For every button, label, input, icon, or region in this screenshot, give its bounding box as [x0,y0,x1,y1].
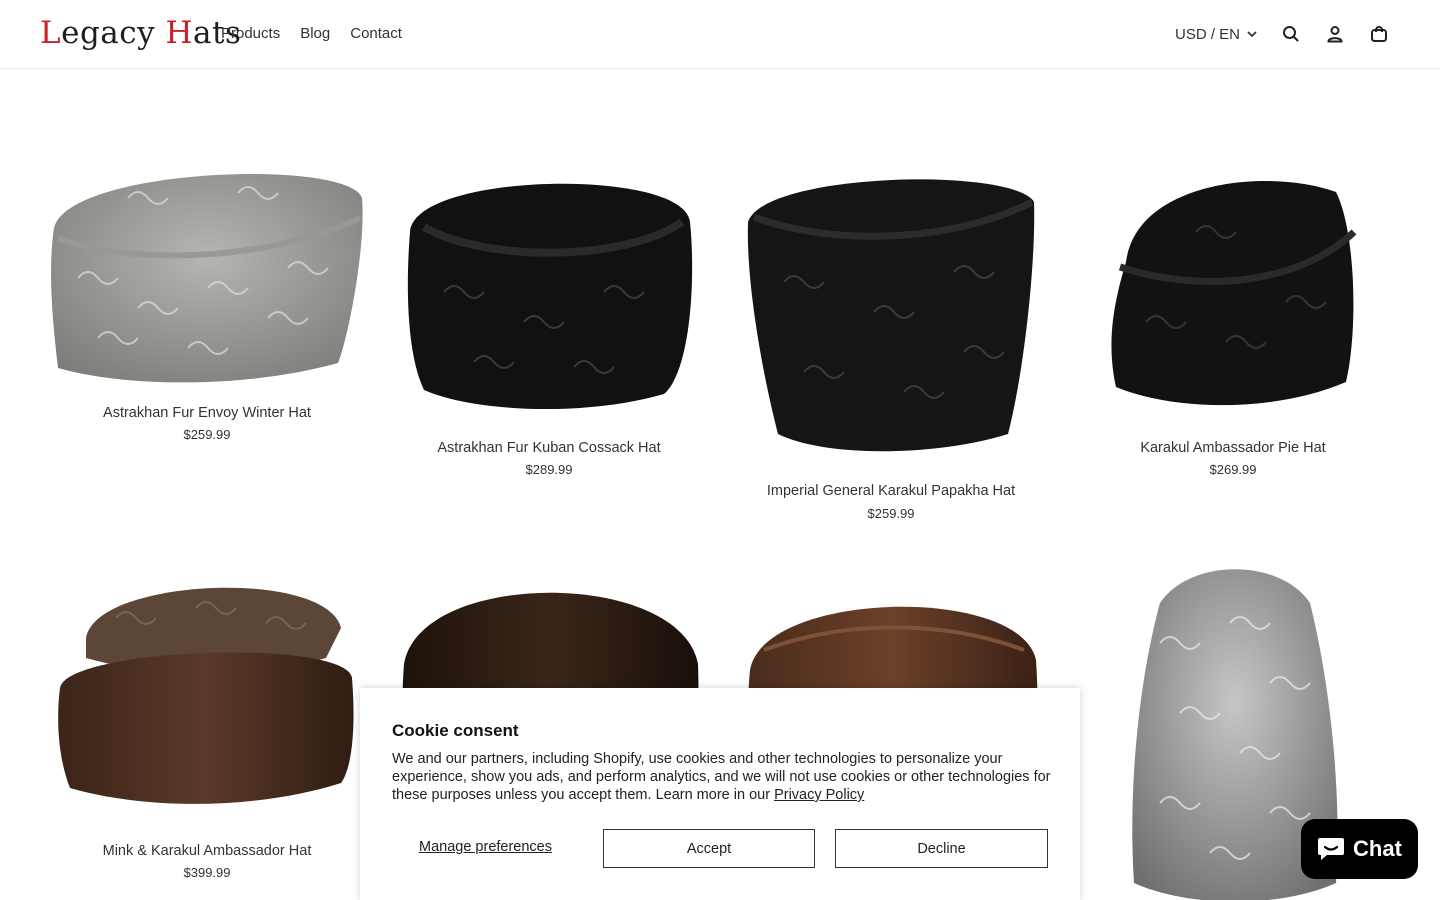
product-price: $289.99 [525,462,573,477]
header-actions: USD / EN [1175,20,1390,48]
currency-label: USD / EN [1174,25,1240,43]
product-image [1111,180,1357,406]
chat-icon [1318,838,1345,860]
product-price: $269.99 [1209,462,1257,477]
product-name[interactable]: Astrakhan Fur Kuban Cossack Hat [382,439,716,457]
product-name[interactable]: Karakul Ambassador Pie Hat [1066,439,1400,457]
chevron-down-icon [1247,31,1257,38]
manage-preferences-link[interactable]: Manage preferences [419,839,552,855]
product-card[interactable]: Karakul Ambassador Pie Hat $269.99 [1066,150,1400,490]
cookie-consent-banner: Cookie consent We and our partners, incl… [360,688,1080,900]
site-header: Legacy Hats Products Blog Contact USD / … [0,0,1440,69]
cookie-body-text: We and our partners, including Shopify, … [392,751,1051,803]
chat-label: Chat [1353,836,1402,861]
search-icon [1283,26,1299,42]
logo-word-legacy: egacy [61,15,166,51]
chat-button[interactable]: Chat [1301,819,1418,879]
nav-products[interactable]: Products [221,24,280,44]
product-card[interactable]: Astrakhan Fur Kuban Cossack Hat $289.99 [382,150,716,490]
legacy-hats-logo[interactable]: Legacy Hats [40,12,241,54]
privacy-policy-link[interactable]: Privacy Policy [774,787,864,803]
account-button[interactable] [1324,23,1346,45]
nav-blog[interactable]: Blog [300,24,330,44]
cart-icon [1371,26,1387,42]
product-price: $259.99 [867,506,915,521]
currency-language-selector[interactable]: USD / EN [1175,26,1258,43]
product-image [747,179,1035,452]
account-icon [1327,26,1343,43]
cart-button[interactable] [1368,23,1390,45]
search-button[interactable] [1280,23,1302,45]
product-name[interactable]: Astrakhan Fur Envoy Winter Hat [40,404,374,422]
cookie-message: We and our partners, including Shopify, … [392,750,1052,804]
logo-letter-l: L [40,15,62,51]
decline-button[interactable]: Decline [835,829,1048,868]
cookie-title: Cookie consent [392,721,519,740]
nav-contact[interactable]: Contact [350,24,402,44]
product-card[interactable]: Astrakhan Fur Envoy Winter Hat $259.99 [40,150,374,450]
product-image [407,183,693,410]
main-nav: Products Blog Contact [221,24,402,44]
product-image [51,174,363,383]
product-image [58,587,354,804]
product-card[interactable]: Mink & Karakul Ambassador Hat $399.99 [40,570,374,900]
product-name[interactable]: Imperial General Karakul Papakha Hat [724,482,1058,500]
product-card[interactable]: Imperial General Karakul Papakha Hat $25… [724,150,1058,530]
product-name[interactable]: Mink & Karakul Ambassador Hat [40,842,374,860]
accept-button[interactable]: Accept [603,829,815,868]
logo-letter-h: H [165,15,194,51]
product-price: $399.99 [183,865,231,880]
product-price: $259.99 [183,427,231,442]
